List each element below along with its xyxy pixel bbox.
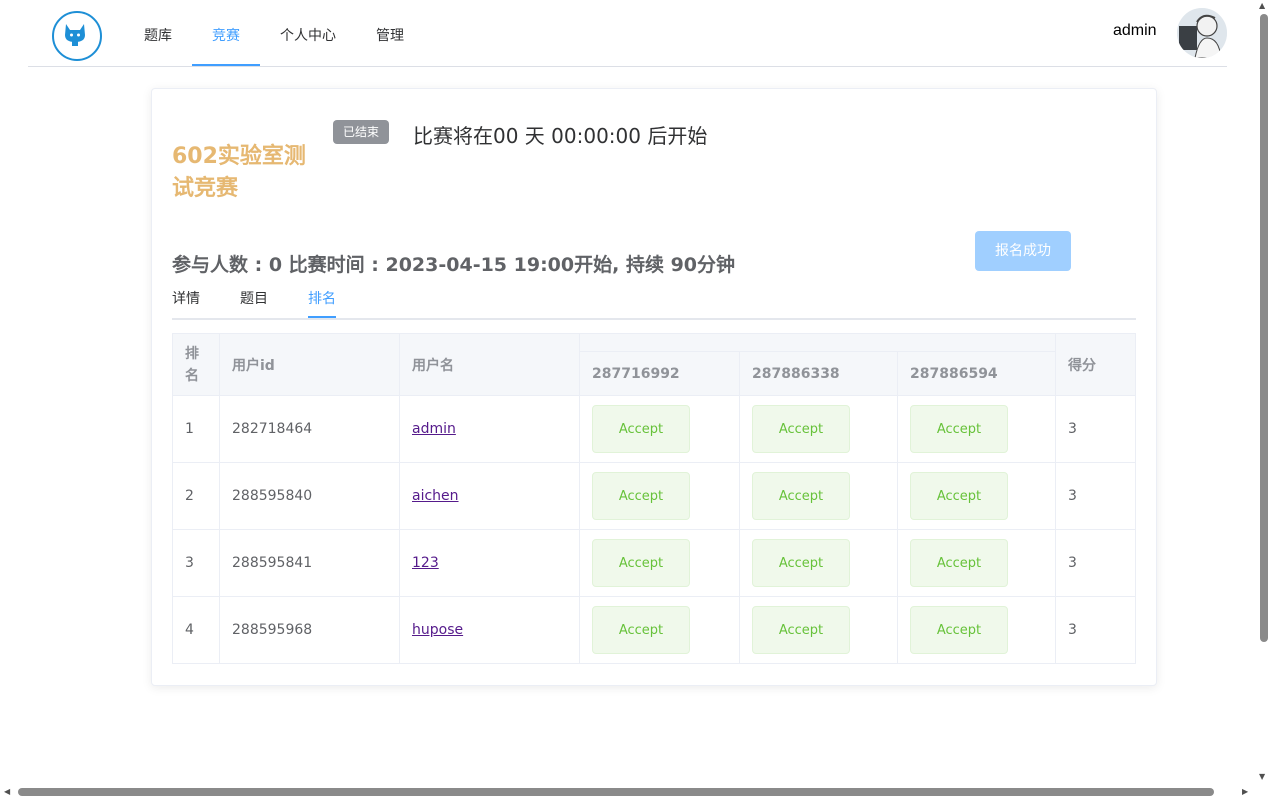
tab-problems[interactable]: 题目 (240, 287, 268, 318)
header-rank: 排名 (172, 333, 220, 396)
result-cell: Accept (579, 395, 740, 463)
contest-card: 602实验室测试竞赛 已结束 比赛将在00 天 00:00:00 后开始 参与人… (151, 88, 1157, 686)
github-cat-icon[interactable] (52, 11, 102, 61)
header-score: 得分 (1055, 333, 1136, 396)
user-avatar[interactable] (1177, 8, 1227, 58)
accept-button[interactable]: Accept (752, 472, 850, 520)
scroll-right-icon[interactable]: ▶ (1242, 788, 1248, 796)
result-cell: Accept (739, 596, 898, 664)
contest-meta-info: 参与人数 : 0 比赛时间 : 2023-04-15 19:00开始, 持续 9… (172, 254, 736, 276)
accept-button[interactable]: Accept (592, 472, 690, 520)
result-cell: Accept (739, 462, 898, 530)
tab-details[interactable]: 详情 (172, 287, 200, 318)
horizontal-scroll-thumb[interactable] (18, 788, 1214, 796)
accept-button[interactable]: Accept (752, 405, 850, 453)
table-row: 1 282718464 admin Accept Accept Accept 3 (172, 395, 1136, 463)
table-row: 3 288595841 123 Accept Accept Accept 3 (172, 529, 1136, 597)
username-link[interactable]: hupose (412, 622, 463, 638)
result-cell: Accept (739, 395, 898, 463)
result-cell: Accept (579, 596, 740, 664)
score-cell: 3 (1055, 462, 1136, 530)
table-row: 4 288595968 hupose Accept Accept Accept … (172, 596, 1136, 664)
signup-success-button[interactable]: 报名成功 (975, 231, 1071, 271)
nav-problem-bank[interactable]: 题库 (136, 0, 180, 66)
header-username: 用户名 (399, 333, 580, 396)
status-badge: 已结束 (333, 120, 389, 144)
scroll-left-icon[interactable]: ◀ (4, 788, 10, 796)
countdown-text: 比赛将在00 天 00:00:00 后开始 (413, 124, 708, 148)
vertical-scrollbar[interactable]: ▲ ▼ (1256, 0, 1270, 785)
rank-cell: 4 (172, 596, 220, 664)
header-problem: 287886594 (897, 351, 1056, 396)
score-cell: 3 (1055, 395, 1136, 463)
user-id-cell: 282718464 (219, 395, 400, 463)
accept-button[interactable]: Accept (910, 606, 1008, 654)
result-cell: Accept (897, 395, 1056, 463)
score-cell: 3 (1055, 529, 1136, 597)
header-problem-group (579, 333, 1056, 352)
user-id-cell: 288595840 (219, 462, 400, 530)
accept-button[interactable]: Accept (592, 405, 690, 453)
nav-contest[interactable]: 竞赛 (192, 0, 260, 66)
vertical-scroll-thumb[interactable] (1260, 14, 1268, 642)
username-cell: aichen (399, 462, 580, 530)
user-id-cell: 288595968 (219, 596, 400, 664)
result-cell: Accept (897, 462, 1056, 530)
username-cell: hupose (399, 596, 580, 664)
user-name[interactable]: admin (1113, 22, 1157, 40)
username-link[interactable]: 123 (412, 555, 439, 571)
user-id-cell: 288595841 (219, 529, 400, 597)
scroll-down-icon[interactable]: ▼ (1259, 773, 1265, 781)
table-row: 2 288595840 aichen Accept Accept Accept … (172, 462, 1136, 530)
username-link[interactable]: admin (412, 421, 456, 437)
accept-button[interactable]: Accept (592, 539, 690, 587)
scroll-up-icon[interactable]: ▲ (1259, 2, 1265, 10)
accept-button[interactable]: Accept (752, 606, 850, 654)
accept-button[interactable]: Accept (752, 539, 850, 587)
header-problem: 287886338 (739, 351, 898, 396)
result-cell: Accept (897, 529, 1056, 597)
username-link[interactable]: aichen (412, 488, 459, 504)
ranking-table: 排名 用户id 用户名 得分 287716992 287886338 28788… (172, 333, 1136, 664)
header-user-id: 用户id (219, 333, 400, 396)
rank-cell: 2 (172, 462, 220, 530)
result-cell: Accept (579, 529, 740, 597)
accept-button[interactable]: Accept (910, 472, 1008, 520)
score-cell: 3 (1055, 596, 1136, 664)
horizontal-scrollbar[interactable]: ◀ ▶ (0, 785, 1256, 799)
accept-button[interactable]: Accept (592, 606, 690, 654)
contest-title: 602实验室测试竞赛 (172, 144, 306, 201)
rank-cell: 3 (172, 529, 220, 597)
header-problem: 287716992 (579, 351, 740, 396)
accept-button[interactable]: Accept (910, 405, 1008, 453)
nav-admin[interactable]: 管理 (368, 0, 412, 66)
result-cell: Accept (897, 596, 1056, 664)
result-cell: Accept (579, 462, 740, 530)
tab-ranking[interactable]: 排名 (308, 287, 336, 318)
username-cell: admin (399, 395, 580, 463)
username-cell: 123 (399, 529, 580, 597)
nav-personal-center[interactable]: 个人中心 (274, 0, 342, 66)
contest-tabs: 详情 题目 排名 (172, 287, 1136, 320)
rank-cell: 1 (172, 395, 220, 463)
accept-button[interactable]: Accept (910, 539, 1008, 587)
top-nav-bar: 题库 竞赛 个人中心 管理 admin (28, 0, 1227, 67)
result-cell: Accept (739, 529, 898, 597)
